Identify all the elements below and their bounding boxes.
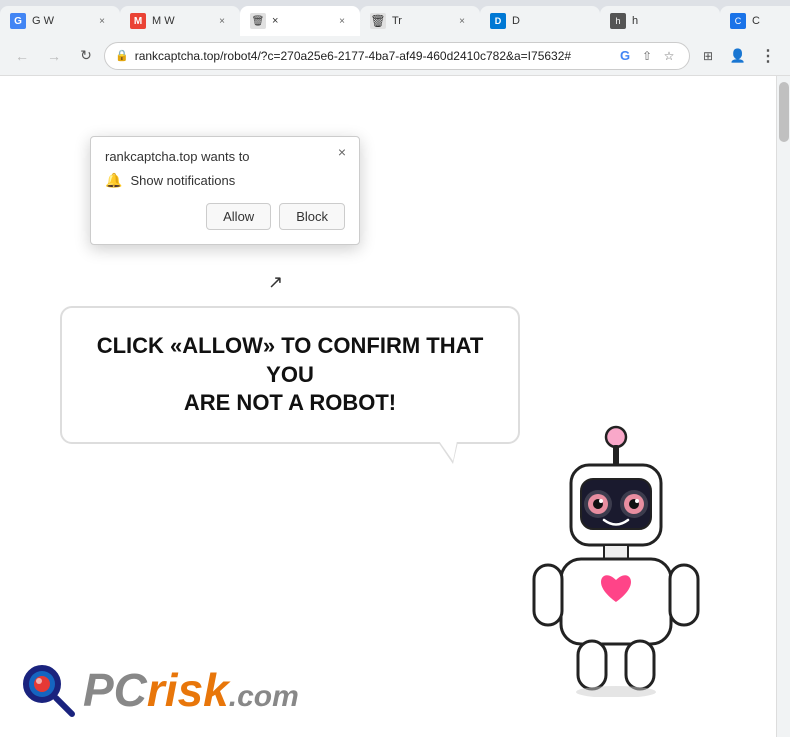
tab-active[interactable]: 🗑 × × — [240, 6, 360, 36]
bell-icon: 🔔 — [105, 172, 122, 189]
speech-bubble: CLICK «ALLOW» TO CONFIRM THAT YOU ARE NO… — [60, 306, 520, 444]
reload-button[interactable]: ↻ — [72, 42, 100, 70]
tab-close-tr[interactable]: × — [454, 13, 470, 29]
allow-button[interactable]: Allow — [206, 203, 271, 230]
url-text: rankcaptcha.top/robot4/?c=270a25e6-2177-… — [135, 49, 609, 63]
tab-favicon-tr: 🗑 — [370, 13, 386, 29]
popup-notification-row: 🔔 Show notifications — [105, 172, 345, 189]
browser-window: G G W × M M W × 🗑 × × 🗑 Tr × D D h h C — [0, 0, 790, 737]
tab-c3[interactable]: C C — [720, 6, 790, 36]
tab-d[interactable]: D D — [480, 6, 600, 36]
address-bar-actions: G ⇧ ☆ — [615, 46, 679, 66]
popup-title: rankcaptcha.top wants to — [105, 149, 345, 164]
pcrisk-text: PCrisk.com — [83, 663, 299, 717]
profile-button[interactable]: 👤 — [724, 42, 752, 70]
tab-close-m[interactable]: × — [214, 13, 230, 29]
com-text: .com — [229, 680, 299, 714]
tab-tr[interactable]: 🗑 Tr × — [360, 6, 480, 36]
main-text-line1: CLICK «ALLOW» TO CONFIRM THAT YOU — [97, 333, 484, 387]
browser-content-wrapper: × rankcaptcha.top wants to 🔔 Show notifi… — [0, 76, 790, 737]
tab-m[interactable]: M M W × — [120, 6, 240, 36]
tab-favicon-active: 🗑 — [250, 13, 266, 29]
pcrisk-icon — [20, 662, 75, 717]
extensions-button[interactable]: ⊞ — [694, 42, 722, 70]
forward-button[interactable]: → — [40, 42, 68, 70]
back-button[interactable]: ← — [8, 42, 36, 70]
share-icon[interactable]: ⇧ — [637, 46, 657, 66]
block-button[interactable]: Block — [279, 203, 345, 230]
tab-g[interactable]: G G W × — [0, 6, 120, 36]
popup-notification-text: Show notifications — [130, 173, 235, 188]
tab-favicon-h: h — [610, 13, 626, 29]
robot-svg — [516, 417, 716, 697]
popup-buttons: Allow Block — [105, 203, 345, 230]
permission-popup: × rankcaptcha.top wants to 🔔 Show notifi… — [90, 136, 360, 245]
tab-label-c3: C — [752, 15, 760, 27]
pc-text: PC — [83, 663, 147, 717]
main-text-line2: ARE NOT A ROBOT! — [184, 390, 396, 415]
page-content: × rankcaptcha.top wants to 🔔 Show notifi… — [0, 76, 776, 737]
robot-illustration — [516, 417, 716, 697]
popup-close-button[interactable]: × — [333, 143, 351, 161]
risk-text: risk — [147, 663, 229, 717]
tab-label-tr: Tr — [392, 15, 402, 27]
tab-favicon-g: G — [10, 13, 26, 29]
tab-label-g: G W — [32, 15, 54, 27]
tab-close-g[interactable]: × — [94, 13, 110, 29]
scrollbar[interactable] — [776, 76, 790, 737]
tab-label-h: h — [632, 15, 638, 27]
tab-favicon-m: M — [130, 13, 146, 29]
address-bar[interactable]: 🔒 rankcaptcha.top/robot4/?c=270a25e6-217… — [104, 42, 690, 70]
google-icon[interactable]: G — [615, 46, 635, 66]
lock-icon: 🔒 — [115, 49, 129, 62]
tab-label-d: D — [512, 15, 520, 27]
menu-button[interactable]: ⋮ — [754, 42, 782, 70]
tab-h[interactable]: h h — [600, 6, 720, 36]
tab-label-m: M W — [152, 15, 175, 27]
tab-favicon-d: D — [490, 13, 506, 29]
navigation-bar: ← → ↻ 🔒 rankcaptcha.top/robot4/?c=270a25… — [0, 36, 790, 76]
tab-close-active[interactable]: × — [334, 13, 350, 29]
nav-right-buttons: ⊞ 👤 ⋮ — [694, 42, 782, 70]
bookmark-icon[interactable]: ☆ — [659, 46, 679, 66]
speech-bubble-container: CLICK «ALLOW» TO CONFIRM THAT YOU ARE NO… — [60, 306, 556, 444]
tab-favicon-c3: C — [730, 13, 746, 29]
scrollbar-thumb[interactable] — [779, 82, 789, 142]
tab-bar: G G W × M M W × 🗑 × × 🗑 Tr × D D h h C — [0, 0, 790, 36]
pcrisk-logo: PCrisk.com — [20, 662, 299, 717]
main-text: CLICK «ALLOW» TO CONFIRM THAT YOU ARE NO… — [92, 332, 488, 418]
tab-label-active: × — [272, 15, 278, 27]
